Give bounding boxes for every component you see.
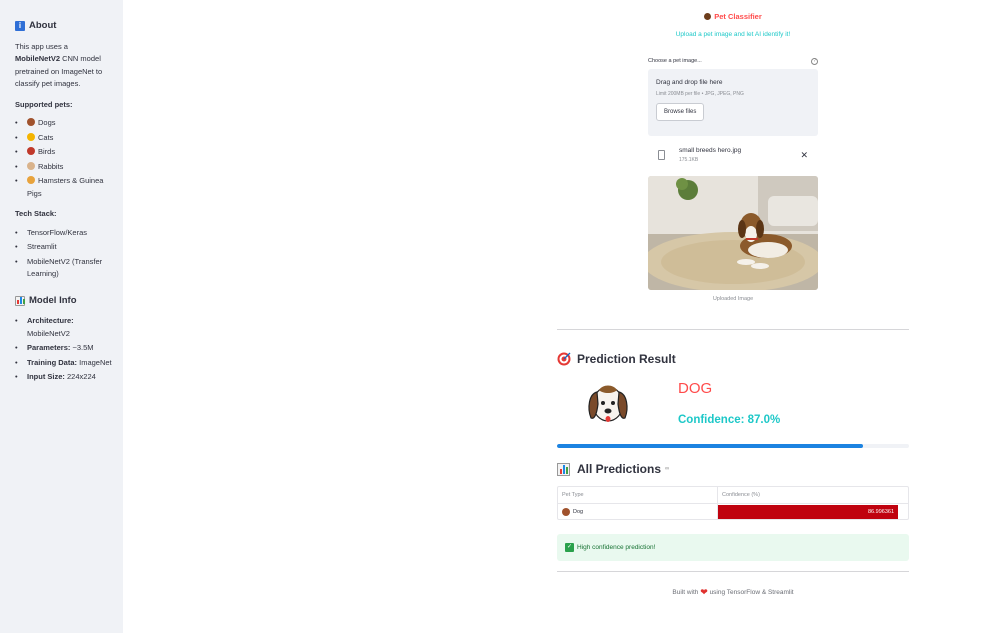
uploader-label-row: Choose a pet image... ? [648,58,818,65]
confidence-progress-fill [557,444,864,448]
file-name: small breeds hero.jpg [679,147,742,154]
success-alert: ✓ High confidence prediction! [557,534,909,561]
dog-face-icon [27,118,35,126]
list-item: Input Size: 224x224 [15,371,115,384]
prediction-result-header: Prediction Result [557,352,909,366]
list-item: Hamsters & Guinea Pigs [15,175,115,200]
help-icon[interactable]: ? [811,58,818,65]
model-info-title: Model Info [29,294,77,306]
tech-stack-title: Tech Stack: [15,209,57,218]
predicted-class: DOG [678,380,713,397]
file-dropzone[interactable]: Drag and drop file here Limit 200MB per … [648,69,818,136]
about-model-name: MobileNetV2 [15,54,61,63]
confidence-progress-bar [557,444,909,448]
file-icon [658,150,665,160]
all-predictions-title: All Predictions [577,462,662,476]
tech-stack-list: TensorFlow/Keras Streamlit MobileNetV2 (… [15,227,115,281]
cat-face-icon [27,132,35,141]
list-item: Cats [15,132,115,145]
list-item: Birds [15,146,115,159]
results-section: Prediction Result DOG Confidence: 87.0% [557,329,909,598]
info-icon: i [15,21,25,32]
upload-column: Pet Classifier Upload a pet image and le… [648,0,818,302]
divider [557,329,909,330]
close-icon[interactable]: ✕ [800,150,808,161]
supported-pets-list: Dogs Cats Birds Rabbits Hamsters & Guine… [15,117,115,200]
list-item: Streamlit [15,241,115,254]
check-icon: ✓ [565,543,574,552]
list-item: Parameters: ~3.5M [15,342,115,355]
sidebar: i About This app uses a MobileNetV2 CNN … [0,0,123,633]
supported-pets-title: Supported pets: [15,99,73,109]
list-item: TensorFlow/Keras [15,227,115,240]
confidence-bar: 86.996361 [718,505,898,519]
column-header-pet-type[interactable]: Pet Type [558,487,718,503]
model-info-list: Architecture: MobileNetV2 Parameters: ~3… [15,315,115,384]
link-icon[interactable]: ∞ [665,466,669,472]
uploader-label: Choose a pet image... [648,58,702,64]
bar-chart-icon [557,462,570,476]
predicted-confidence: Confidence: 87.0% [678,414,781,426]
model-info-header: Model Info [15,295,115,308]
prediction-result-title: Prediction Result [577,352,676,366]
browse-files-button[interactable]: Browse files [656,103,705,121]
about-header: i About [15,20,115,33]
main-content: Pet Classifier Upload a pet image and le… [123,0,996,633]
list-item: Rabbits [15,161,115,174]
about-title: About [29,20,57,31]
heart-icon: ❤ [700,587,708,597]
page-title: Pet Classifier [648,12,818,21]
paw-icon [704,13,712,20]
table-cell-pet-type: Dog [558,504,718,519]
list-item: Dogs [15,117,115,130]
uploaded-file-row: small breeds hero.jpg 175.1KB ✕ [648,144,818,166]
table-header-row: Pet Type Confidence (%) [558,487,908,503]
dog-face-icon [588,385,628,422]
target-icon [557,352,571,366]
prediction-row: DOG Confidence: 87.0% [557,376,909,440]
dropzone-title: Drag and drop file here [656,79,723,86]
footer: Built with ❤ using TensorFlow & Streamli… [557,571,909,598]
list-item: Architecture: MobileNetV2 [15,315,115,340]
bar-chart-icon [15,295,25,306]
hamster-icon [27,176,35,184]
success-message: High confidence prediction! [577,544,656,551]
table-cell-confidence: 86.996361 [718,504,908,519]
list-item: Training Data: ImageNet [15,357,115,370]
rabbit-icon [27,161,35,170]
table-row: Dog 86.996361 [558,503,908,519]
dropzone-limit: Limit 200MB per file • JPG, JPEG, PNG [656,91,744,97]
predictions-table: Pet Type Confidence (%) Dog 86.996361 [557,486,909,520]
column-header-confidence[interactable]: Confidence (%) [718,487,908,503]
dog-face-icon [562,507,570,516]
file-size: 175.1KB [679,157,699,163]
uploaded-dog-image [648,176,818,290]
about-text: This app uses a MobileNetV2 CNN model pr… [15,41,103,89]
list-item: MobileNetV2 (Transfer Learning) [15,256,115,281]
page-subtitle: Upload a pet image and let AI identify i… [675,31,791,38]
image-caption: Uploaded Image [712,296,754,302]
bird-icon [27,147,35,155]
all-predictions-header: All Predictions ∞ [557,462,909,476]
